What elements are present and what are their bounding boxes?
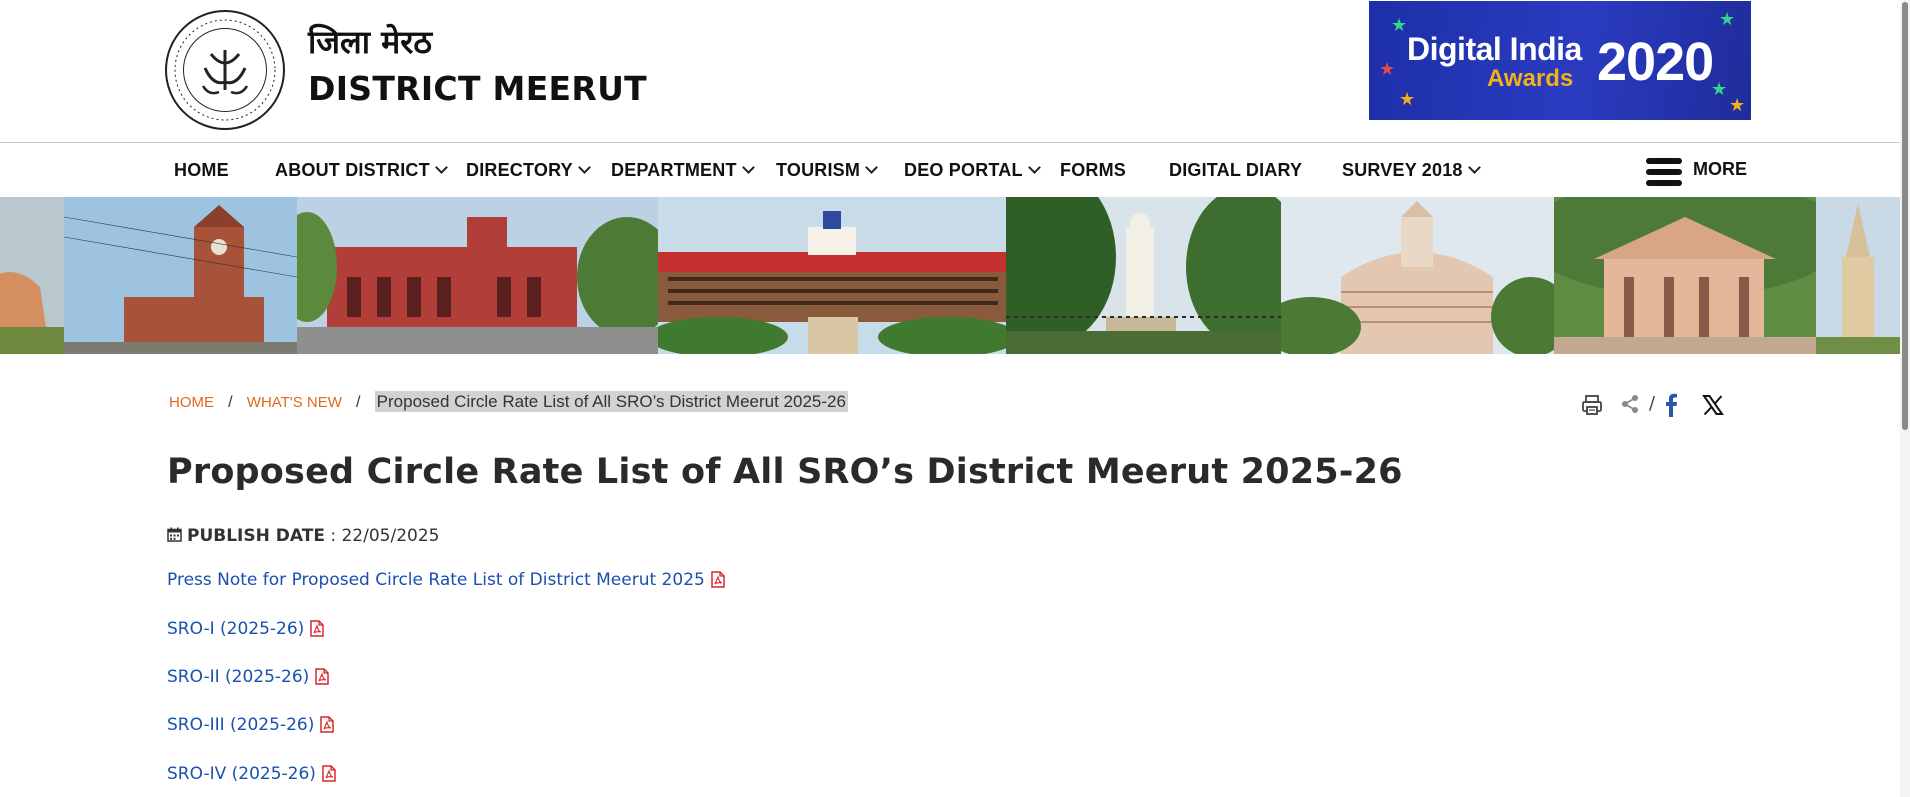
nav-label: DIRECTORY	[466, 160, 573, 180]
nav-forms[interactable]: FORMS	[1060, 160, 1126, 181]
link-label: SRO-II (2025-26)	[167, 667, 310, 687]
heritage-photo-banner	[0, 197, 1900, 354]
x-twitter-icon[interactable]	[1702, 394, 1724, 416]
publish-date-value: 22/05/2025	[341, 526, 440, 546]
nav-home[interactable]: HOME	[174, 160, 229, 181]
up-government-emblem-icon[interactable]	[165, 10, 285, 130]
award-subtitle: Awards	[1487, 65, 1574, 92]
breadcrumb-separator: /	[356, 394, 361, 411]
nav-directory[interactable]: DIRECTORY	[466, 160, 591, 181]
site-title-english[interactable]: DISTRICT MEERUT	[308, 72, 647, 105]
chevron-down-icon	[577, 161, 591, 174]
banner-photo-church-spire	[1816, 197, 1900, 354]
print-icon[interactable]	[1580, 393, 1604, 417]
emblem-drawing	[174, 19, 276, 121]
publish-date: PUBLISH DATE : 22/05/2025	[167, 526, 439, 546]
nav-label: DEPARTMENT	[611, 160, 737, 180]
nav-digital-diary[interactable]: DIGITAL DIARY	[1169, 160, 1302, 181]
award-title: Digital India	[1407, 31, 1582, 67]
star-icon: ★	[1729, 95, 1746, 116]
page-title: Proposed Circle Rate List of All SRO’s D…	[167, 452, 1403, 492]
banner-photo-temple-pavilion	[1554, 197, 1816, 354]
nav-tourism[interactable]: TOURISM	[776, 160, 878, 181]
star-icon: ★	[1379, 59, 1396, 80]
site-header: जिला मेरठ DISTRICT MEERUT ★ ★ ★ ★ ★ ★ Di…	[0, 0, 1900, 143]
sro-2-pdf-link[interactable]: SRO-II (2025-26)	[167, 667, 330, 687]
pdf-icon	[322, 765, 336, 782]
banner-photo-university	[658, 197, 1006, 354]
award-year: 2020	[1597, 32, 1714, 92]
star-icon: ★	[1711, 79, 1728, 100]
banner-photo-stupa-tower	[1281, 197, 1554, 354]
facebook-icon[interactable]	[1664, 393, 1678, 417]
nav-deo-portal[interactable]: DEO PORTAL	[904, 160, 1041, 181]
nav-department[interactable]: DEPARTMENT	[611, 160, 755, 181]
chevron-down-icon	[1027, 161, 1041, 174]
publish-date-label: PUBLISH DATE	[187, 526, 325, 546]
share-icon[interactable]	[1620, 394, 1640, 414]
page-scrollbar[interactable]	[1900, 0, 1910, 797]
site-title-hindi[interactable]: जिला मेरठ	[308, 26, 432, 58]
sro-1-pdf-link[interactable]: SRO-I (2025-26)	[167, 619, 325, 639]
nav-label: TOURISM	[776, 160, 861, 180]
star-icon: ★	[1391, 15, 1408, 36]
chevron-down-icon	[1467, 161, 1481, 174]
breadcrumb-whats-new[interactable]: WHAT'S NEW	[247, 394, 342, 411]
chevron-down-icon	[741, 161, 755, 174]
calendar-icon	[167, 527, 182, 542]
pdf-icon	[310, 620, 325, 637]
banner-photo-clock-tower	[64, 197, 297, 354]
nav-label: SURVEY 2018	[1342, 160, 1463, 180]
more-label: MORE	[1693, 159, 1747, 179]
nav-label: FORMS	[1060, 160, 1126, 180]
nav-survey-2018[interactable]: SURVEY 2018	[1342, 160, 1481, 181]
link-label: SRO-IV (2025-26)	[167, 764, 316, 784]
hamburger-menu-icon	[1646, 158, 1682, 186]
nav-label: HOME	[174, 160, 229, 180]
chevron-down-icon	[865, 161, 878, 174]
main-navigation: HOME ABOUT DISTRICT DIRECTORY DEPARTMENT…	[0, 143, 1900, 197]
press-note-pdf-link[interactable]: Press Note for Proposed Circle Rate List…	[167, 570, 725, 590]
link-label: Press Note for Proposed Circle Rate List…	[167, 570, 705, 590]
link-label: SRO-III (2025-26)	[167, 715, 315, 735]
sro-3-pdf-link[interactable]: SRO-III (2025-26)	[167, 715, 335, 735]
nav-label: DEO PORTAL	[904, 160, 1023, 180]
pdf-icon	[711, 571, 725, 588]
star-icon: ★	[1719, 9, 1736, 30]
banner-photo-gandhi-statue	[1006, 197, 1281, 354]
star-icon: ★	[1399, 89, 1416, 110]
breadcrumb-home[interactable]: HOME	[169, 394, 214, 411]
nav-about-district[interactable]: ABOUT DISTRICT	[275, 160, 448, 181]
chevron-down-icon	[434, 161, 448, 174]
breadcrumb: HOME / WHAT'S NEW / Proposed Circle Rate…	[169, 391, 848, 412]
banner-photo-red-building	[297, 197, 658, 354]
sro-4-pdf-link[interactable]: SRO-IV (2025-26)	[167, 764, 336, 784]
banner-photo-stupa	[0, 197, 64, 354]
pdf-icon	[315, 668, 330, 685]
digital-india-award-banner[interactable]: ★ ★ ★ ★ ★ ★ Digital India Awards 2020	[1369, 1, 1751, 120]
nav-label: ABOUT DISTRICT	[275, 160, 430, 180]
link-label: SRO-I (2025-26)	[167, 619, 305, 639]
breadcrumb-current: Proposed Circle Rate List of All SRO’s D…	[374, 391, 848, 412]
publish-date-colon: :	[330, 526, 337, 546]
breadcrumb-separator: /	[228, 394, 233, 411]
scrollbar-thumb[interactable]	[1902, 2, 1908, 430]
share-separator: /	[1649, 393, 1656, 414]
share-toolbar: /	[1578, 390, 1728, 420]
pdf-icon	[320, 716, 335, 733]
nav-label: DIGITAL DIARY	[1169, 160, 1303, 180]
